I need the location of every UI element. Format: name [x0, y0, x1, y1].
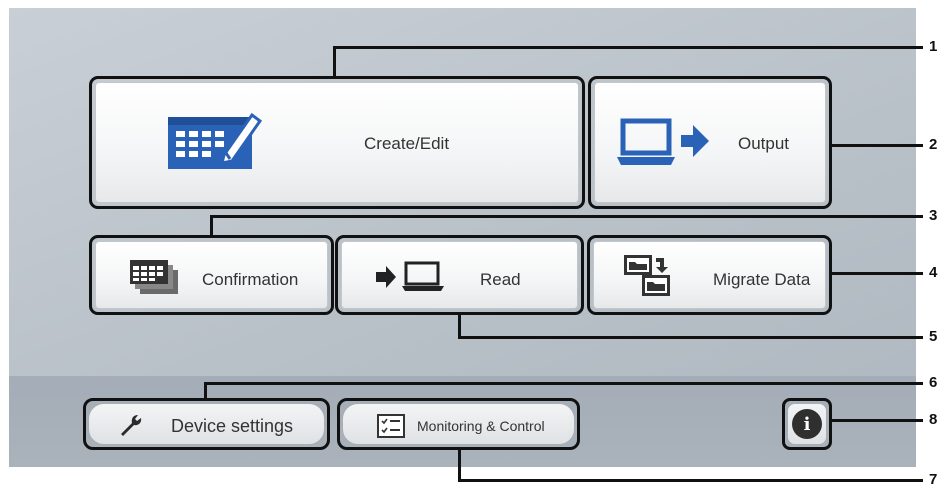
- folder-transfer-icon: [624, 255, 672, 297]
- calendar-edit-icon: [166, 103, 262, 169]
- output-label: Output: [738, 134, 790, 153]
- callout-line-3: [210, 215, 213, 237]
- callout-line-7: [458, 448, 461, 482]
- callout-line-2: [832, 144, 923, 147]
- stacked-calendars-icon: [130, 260, 180, 296]
- callout-number-7: 7: [929, 471, 938, 488]
- info-button[interactable]: i: [782, 398, 832, 450]
- migrate-data-label: Migrate Data: [713, 270, 811, 289]
- output-button[interactable]: Output: [588, 76, 832, 209]
- callout-line-7: [458, 479, 923, 482]
- read-label: Read: [480, 270, 521, 289]
- checklist-icon: [377, 414, 405, 438]
- migrate-data-button[interactable]: Migrate Data: [587, 235, 832, 315]
- wrench-icon: [119, 414, 143, 438]
- callout-line-5: [458, 336, 923, 339]
- callout-number-5: 5: [929, 328, 938, 345]
- callout-line-4: [832, 272, 923, 275]
- laptop-arrow-out-icon: [617, 117, 709, 169]
- callout-line-1: [333, 46, 923, 49]
- callout-line-1: [333, 46, 336, 78]
- confirmation-button[interactable]: Confirmation: [89, 235, 334, 315]
- callout-number-6: 6: [929, 374, 938, 391]
- callout-line-6: [204, 382, 923, 385]
- callout-number-1: 1: [929, 38, 938, 55]
- confirmation-label: Confirmation: [202, 270, 299, 289]
- device-settings-label: Device settings: [171, 416, 294, 436]
- monitoring-control-button[interactable]: Monitoring & Control: [337, 398, 580, 450]
- create-edit-button[interactable]: Create/Edit: [89, 76, 585, 209]
- monitoring-control-label: Monitoring & Control: [417, 418, 545, 434]
- callout-number-2: 2: [929, 136, 938, 153]
- read-button[interactable]: Read: [335, 235, 584, 315]
- create-edit-label: Create/Edit: [364, 134, 450, 153]
- callout-number-3: 3: [929, 207, 938, 224]
- callout-line-8: [832, 419, 923, 422]
- callout-line-3: [210, 215, 923, 218]
- info-icon-glyph: i: [803, 413, 811, 435]
- device-settings-button[interactable]: Device settings: [83, 398, 330, 450]
- arrow-into-laptop-icon: [376, 260, 446, 294]
- info-icon: i: [792, 409, 822, 439]
- callout-number-4: 4: [929, 264, 938, 281]
- callout-number-8: 8: [929, 411, 938, 428]
